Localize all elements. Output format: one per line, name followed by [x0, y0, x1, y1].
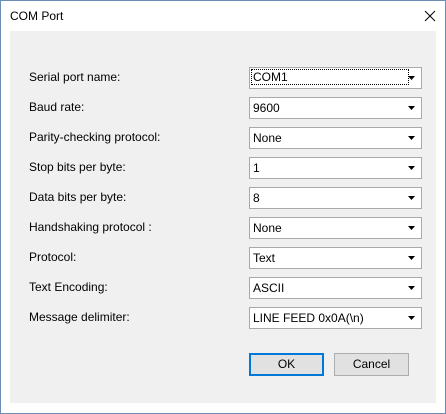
parity-select[interactable]: None	[249, 127, 422, 149]
stop-bits-value: 1	[253, 161, 260, 175]
dropdown-arrow[interactable]	[403, 248, 421, 268]
ok-button[interactable]: OK	[249, 353, 324, 376]
dialog-body: Serial port name: COM1 Baud rate: 9600 P…	[10, 31, 436, 403]
field-row-message-delimiter: Message delimiter: LINE FEED 0x0A(\n)	[10, 307, 436, 329]
stop-bits-select[interactable]: 1	[249, 157, 422, 179]
dropdown-arrow[interactable]	[403, 218, 421, 238]
field-row-parity: Parity-checking protocol: None	[10, 127, 436, 149]
field-row-text-encoding: Text Encoding: ASCII	[10, 277, 436, 299]
protocol-value: Text	[253, 251, 276, 265]
serial-port-value: COM1	[251, 69, 409, 85]
close-icon	[424, 10, 436, 22]
field-row-data-bits: Data bits per byte: 8	[10, 187, 436, 209]
chevron-down-icon	[408, 106, 415, 110]
baud-rate-select[interactable]: 9600	[249, 97, 422, 119]
baud-rate-value: 9600	[253, 101, 280, 115]
protocol-label: Protocol:	[29, 250, 77, 264]
chevron-down-icon	[408, 76, 415, 80]
parity-value: None	[253, 131, 282, 145]
dropdown-arrow[interactable]	[403, 278, 421, 298]
com-port-dialog: COM Port Serial port name: COM1 Baud rat…	[0, 0, 446, 414]
handshaking-value: None	[253, 221, 282, 235]
protocol-select[interactable]: Text	[249, 247, 422, 269]
title-bar[interactable]: COM Port	[1, 1, 445, 31]
message-delimiter-value: LINE FEED 0x0A(\n)	[253, 311, 364, 325]
serial-port-label: Serial port name:	[29, 70, 121, 84]
field-row-serial-port: Serial port name: COM1	[10, 67, 436, 89]
cancel-button[interactable]: Cancel	[334, 353, 409, 376]
dropdown-arrow[interactable]	[403, 98, 421, 118]
dropdown-arrow[interactable]	[403, 188, 421, 208]
chevron-down-icon	[408, 166, 415, 170]
dropdown-arrow[interactable]	[403, 158, 421, 178]
message-delimiter-select[interactable]: LINE FEED 0x0A(\n)	[249, 307, 422, 329]
field-row-baud-rate: Baud rate: 9600	[10, 97, 436, 119]
data-bits-label: Data bits per byte:	[29, 190, 127, 204]
text-encoding-label: Text Encoding:	[29, 280, 108, 294]
parity-label: Parity-checking protocol:	[29, 130, 161, 144]
chevron-down-icon	[408, 316, 415, 320]
text-encoding-select[interactable]: ASCII	[249, 277, 422, 299]
data-bits-select[interactable]: 8	[249, 187, 422, 209]
field-row-protocol: Protocol: Text	[10, 247, 436, 269]
dropdown-arrow[interactable]	[403, 128, 421, 148]
dropdown-arrow[interactable]	[403, 68, 421, 88]
text-encoding-value: ASCII	[253, 281, 285, 295]
handshaking-label: Handshaking protocol :	[29, 220, 152, 234]
dialog-title: COM Port	[10, 9, 64, 23]
chevron-down-icon	[408, 136, 415, 140]
chevron-down-icon	[408, 256, 415, 260]
chevron-down-icon	[408, 196, 415, 200]
field-row-stop-bits: Stop bits per byte: 1	[10, 157, 436, 179]
field-row-handshaking: Handshaking protocol : None	[10, 217, 436, 239]
handshaking-select[interactable]: None	[249, 217, 422, 239]
dropdown-arrow[interactable]	[403, 308, 421, 328]
chevron-down-icon	[408, 226, 415, 230]
baud-rate-label: Baud rate:	[29, 100, 85, 114]
message-delimiter-label: Message delimiter:	[29, 310, 130, 324]
close-button[interactable]	[415, 1, 445, 31]
stop-bits-label: Stop bits per byte:	[29, 160, 126, 174]
data-bits-value: 8	[253, 191, 260, 205]
serial-port-select[interactable]: COM1	[249, 67, 422, 89]
chevron-down-icon	[408, 286, 415, 290]
